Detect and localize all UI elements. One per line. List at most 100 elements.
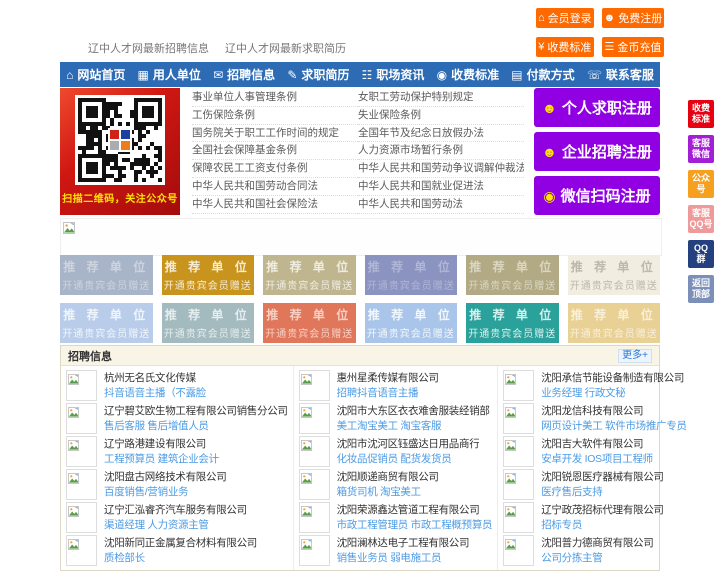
promo-cell-5[interactable]: 推 荐 单 位开通贵宾会员赠送 <box>466 255 559 295</box>
job-position-link[interactable]: 医疗售后支持 <box>541 485 663 500</box>
job-position-link[interactable]: 化妆品促销员 配货发货员 <box>337 452 480 467</box>
sidebar-item-service-wechat[interactable]: 客服 微信 <box>688 135 714 163</box>
job-company-link[interactable]: 沈阳市大东区衣衣难舍服装经销部 <box>337 404 490 419</box>
job-listing: 沈阳顺递商贸有限公司 箱货司机 淘宝美工 <box>294 468 498 501</box>
topbar-button-3[interactable]: ¥ 收费标准 <box>536 37 594 57</box>
promo-cell-3[interactable]: 推 荐 单 位开通贵宾会员赠送 <box>263 255 356 295</box>
job-position-link[interactable]: 安卓开发 IOS项目工程师 <box>541 452 653 467</box>
nav-item-8[interactable]: ☏ 联系客服 <box>587 66 654 83</box>
job-position-link[interactable]: 公司分拣主管 <box>541 551 653 566</box>
job-company-link[interactable]: 辽宁政茂招标代理有限公司 <box>541 503 663 518</box>
jobs-more-link[interactable]: 更多+ <box>618 348 652 363</box>
promo-cell-11[interactable]: 推 荐 单 位开通贵宾会员赠送 <box>466 303 559 343</box>
law-link-1[interactable]: 事业单位人事管理条例 <box>192 89 358 107</box>
job-company-link[interactable]: 沈阳龙信科技有限公司 <box>541 404 686 419</box>
nav-item-7[interactable]: ▤ 付款方式 <box>511 66 574 83</box>
promo-cell-subtitle: 开通贵宾会员赠送 <box>163 281 252 292</box>
nav-item-3[interactable]: ✉ 招聘信息 <box>213 66 275 83</box>
job-text: 沈阳市大东区衣衣难舍服装经销部 美工淘宝美工 淘宝客服 <box>337 404 490 434</box>
promo-cell-9[interactable]: 推 荐 单 位开通贵宾会员赠送 <box>263 303 356 343</box>
register-button-2[interactable]: ☻ 企业招聘注册 <box>534 132 660 171</box>
law-link-11[interactable]: 中华人民共和国劳动合同法 <box>192 178 358 196</box>
law-link-8[interactable]: 人力资源市场暂行条例 <box>358 142 524 161</box>
job-position-link[interactable]: 网页设计美工 软件市场推广专员 <box>541 419 686 434</box>
sidebar-item-qq-group[interactable]: QQ 群 <box>688 240 714 268</box>
promo-cell-8[interactable]: 推 荐 单 位开通贵宾会员赠送 <box>161 303 254 343</box>
job-position-link[interactable]: 售后客服 售后增值人员 <box>104 419 288 434</box>
news-icon: ☷ <box>361 67 373 82</box>
law-link-9[interactable]: 保障农民工工资支付条例 <box>192 160 358 178</box>
law-link-7[interactable]: 全国社会保障基金条例 <box>192 142 358 161</box>
promo-cell-12[interactable]: 推 荐 单 位开通贵宾会员赠送 <box>567 303 660 343</box>
job-position-link[interactable]: 招聘抖音语音主播 <box>337 386 439 401</box>
promo-cell-6[interactable]: 推 荐 单 位开通贵宾会员赠送 <box>567 255 660 295</box>
law-link-4[interactable]: 失业保险条例 <box>358 107 524 125</box>
job-company-link[interactable]: 惠州星柔传媒有限公司 <box>337 371 439 386</box>
promo-cell-4[interactable]: 推 荐 单 位开通贵宾会员赠送 <box>364 255 457 295</box>
job-position-link[interactable]: 招标专员 <box>541 518 663 533</box>
job-position-link[interactable]: 渠道经理 人力资源主管 <box>104 518 247 533</box>
promo-cell-subtitle: 开通贵宾会员赠送 <box>265 329 354 340</box>
job-position-link[interactable]: 质检部长 <box>104 551 257 566</box>
promo-cell-7[interactable]: 推 荐 单 位开通贵宾会员赠送 <box>60 303 153 343</box>
job-position-link[interactable]: 抖音语音主播（不露脸 <box>104 386 206 401</box>
nav-item-6[interactable]: ◉ 收费标准 <box>437 66 500 83</box>
register-buttons: ☻ 个人求职注册 ☻ 企业招聘注册 ◉ 微信扫码注册 <box>534 88 660 215</box>
sidebar-item-fee-standard[interactable]: 收费 标准 <box>688 100 714 128</box>
job-company-link[interactable]: 沈阳顺递商贸有限公司 <box>337 470 439 485</box>
promo-cell-2[interactable]: 推 荐 单 位开通贵宾会员赠送 <box>161 255 254 295</box>
topbar-button-2[interactable]: ☻ 免费注册 <box>601 8 665 28</box>
nav-item-2[interactable]: ▦ 用人单位 <box>138 66 201 83</box>
law-link-13[interactable]: 中华人民共和国社会保险法 <box>192 196 358 214</box>
job-text: 沈阳市沈河区钰盛达日用品商行 化妆品促销员 配货发货员 <box>337 437 480 467</box>
job-position-link[interactable]: 销售业务员 弱电施工员 <box>337 551 470 566</box>
job-position-link[interactable]: 市政工程管理员 市政工程概预算员 <box>337 518 493 533</box>
job-position-link[interactable]: 美工淘宝美工 淘宝客服 <box>337 419 490 434</box>
job-company-link[interactable]: 沈阳普力德商贸有限公司 <box>541 536 653 551</box>
job-company-link[interactable]: 沈阳吉大软件有限公司 <box>541 437 653 452</box>
job-company-link[interactable]: 辽宁碧艾欧生物工程有限公司销售分公司 <box>104 404 288 419</box>
job-company-link[interactable]: 杭州无名氏文化传媒 <box>104 371 206 386</box>
topbar-button-1[interactable]: ⌂ 会员登录 <box>536 8 594 28</box>
sidebar-item-back-to-top[interactable]: 返回 顶部 <box>688 275 714 303</box>
job-company-link[interactable]: 沈阳荣源鑫达管道工程有限公司 <box>337 503 493 518</box>
sidebar-item-service-qq[interactable]: 客服 QQ号 <box>688 205 714 233</box>
job-company-link[interactable]: 辽宁汇泓睿齐汽车服务有限公司 <box>104 503 247 518</box>
job-company-link[interactable]: 沈阳澜林达电子工程有限公司 <box>337 536 470 551</box>
job-company-link[interactable]: 沈阳锐恩医疗器械有限公司 <box>541 470 663 485</box>
job-position-link[interactable]: 箱货司机 淘宝美工 <box>337 485 439 500</box>
user-plus-icon: ☻ <box>542 99 557 116</box>
law-link-5[interactable]: 国务院关于职工工作时间的规定 <box>192 125 358 143</box>
law-link-12[interactable]: 中华人民共和国就业促进法 <box>358 178 524 196</box>
job-listing: 沈阳盘古网络技术有限公司 百度销售/营销业务 <box>61 468 293 501</box>
nav-item-4[interactable]: ✎ 求职简历 <box>287 66 349 83</box>
promo-cell-10[interactable]: 推 荐 单 位开通贵宾会员赠送 <box>364 303 457 343</box>
law-link-3[interactable]: 工伤保险条例 <box>192 107 358 125</box>
law-link-10[interactable]: 中华人民共和国劳动争议调解仲裁法 <box>358 160 524 178</box>
header-link-1[interactable]: 辽中人才网最新招聘信息 <box>88 43 209 55</box>
nav-item-5[interactable]: ☷ 职场资讯 <box>362 66 425 83</box>
job-position-link[interactable]: 工程预算员 建筑企业会计 <box>104 452 219 467</box>
job-company-link[interactable]: 沈阳新同正金属复合材料有限公司 <box>104 536 257 551</box>
job-text: 沈阳澜林达电子工程有限公司 销售业务员 弱电施工员 <box>337 536 470 566</box>
law-link-14[interactable]: 中华人民共和国劳动法 <box>358 196 524 214</box>
register-button-1[interactable]: ☻ 个人求职注册 <box>534 88 660 127</box>
law-link-2[interactable]: 女职工劳动保护特别规定 <box>358 89 524 107</box>
job-company-link[interactable]: 沈阳市沈河区钰盛达日用品商行 <box>337 437 480 452</box>
job-position-link[interactable]: 业务经理 行政文秘 <box>541 386 684 401</box>
sidebar-item-official-account[interactable]: 公众号 <box>688 170 714 198</box>
job-company-link[interactable]: 沈阳承信节能设备制造有限公司 <box>541 371 684 386</box>
yen-icon: ¥ <box>538 40 545 53</box>
job-company-link[interactable]: 沈阳盘古网络技术有限公司 <box>104 470 226 485</box>
nav-item-1[interactable]: ⌂ 网站首页 <box>66 66 125 83</box>
topbar-button-4[interactable]: ☰ 金币充值 <box>601 37 665 57</box>
promo-cell-1[interactable]: 推 荐 单 位开通贵宾会员赠送 <box>60 255 153 295</box>
broken-image-icon <box>68 506 79 517</box>
header-link-2[interactable]: 辽中人才网最新求职简历 <box>225 43 346 55</box>
job-position-link[interactable]: 百度销售/营销业务 <box>104 485 226 500</box>
job-text: 杭州无名氏文化传媒 抖音语音主播（不露脸 <box>104 371 206 401</box>
register-button-3[interactable]: ◉ 微信扫码注册 <box>534 176 660 215</box>
job-company-link[interactable]: 辽宁路港建设有限公司 <box>104 437 219 452</box>
law-link-6[interactable]: 全国年节及纪念日放假办法 <box>358 125 524 143</box>
sidebar-item-line1: 公众 <box>691 173 710 183</box>
